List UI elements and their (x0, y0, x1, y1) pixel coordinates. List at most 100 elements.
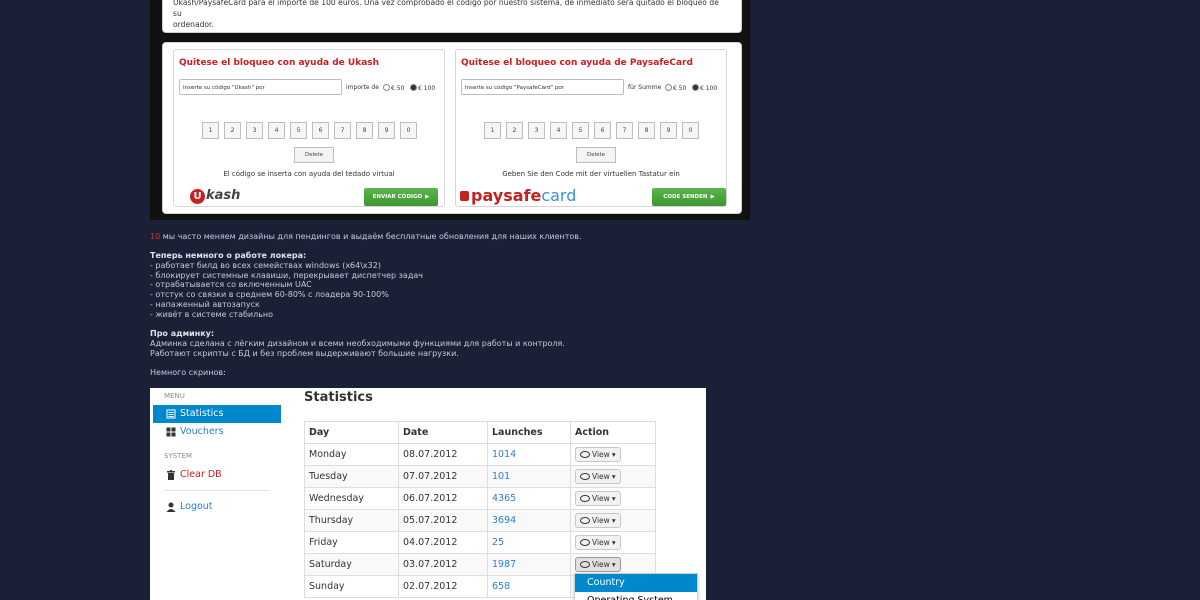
action-cell: View ▾ (570, 509, 656, 532)
forum-paragraph-1: 10 мы часто меняем дизайны для пендингов… (150, 232, 582, 241)
view-label: View (592, 516, 610, 525)
key-4[interactable]: 4 (268, 122, 285, 139)
table-row: Friday 04.07.2012 25 View ▾ (304, 531, 656, 554)
action-cell: View ▾ (570, 465, 656, 488)
launches-link[interactable]: 4365 (487, 487, 571, 510)
key-9[interactable]: 9 (378, 122, 395, 139)
day-cell: Friday (304, 531, 399, 554)
dropdown-item-operating-system[interactable]: Operating System (575, 592, 697, 600)
psc-send-button[interactable]: CODE SENDEN ▶ (652, 188, 726, 206)
day-cell: Sunday (304, 575, 399, 598)
paysafecard-logo: paysafecard (460, 186, 576, 205)
sidebar-item-logout[interactable]: Logout (153, 498, 281, 516)
feature-1: - работает билд во всех семействах windo… (150, 260, 381, 270)
list-icon (166, 409, 176, 419)
launches-link[interactable]: 1014 (487, 443, 571, 466)
key-0[interactable]: 0 (682, 122, 699, 139)
psc-keyboard-note: Geben Sie den Code mit der virtuellen Ta… (502, 170, 680, 178)
view-button[interactable]: View ▾ (575, 491, 621, 506)
day-cell: Tuesday (304, 465, 399, 488)
feature-4: - отстук со связки в среднем 60-80% с ло… (150, 290, 389, 300)
caret-down-icon: ▾ (611, 538, 616, 547)
eye-icon (580, 495, 590, 502)
intro-line-1: Ukash/PaysafeCard para el importe de 100… (173, 0, 719, 18)
intro-line-2: ordenador. (173, 20, 214, 29)
day-cell: Monday (304, 443, 399, 466)
key-1[interactable]: 1 (484, 122, 501, 139)
view-button[interactable]: View ▾ (575, 447, 621, 462)
view-label: View (592, 450, 610, 459)
column-header: Date (398, 421, 488, 444)
eye-icon (580, 451, 590, 458)
eye-icon (580, 473, 590, 480)
psc-code-input[interactable]: Inserte su código "PaysafeCard" por (461, 79, 624, 95)
launches-link[interactable]: 3694 (487, 509, 571, 532)
view-button[interactable]: View ▾ (575, 469, 621, 484)
screens-caption: Немного скринов: (150, 368, 226, 377)
key-1[interactable]: 1 (202, 122, 219, 139)
key-7[interactable]: 7 (616, 122, 633, 139)
key-8[interactable]: 8 (638, 122, 655, 139)
key-7[interactable]: 7 (334, 122, 351, 139)
key-2[interactable]: 2 (506, 122, 523, 139)
sidebar-item-label: Vouchers (180, 426, 224, 437)
date-cell: 02.07.2012 (398, 575, 488, 598)
key-9[interactable]: 9 (660, 122, 677, 139)
key-4[interactable]: 4 (550, 122, 567, 139)
user-icon (166, 502, 176, 512)
eye-icon (580, 539, 590, 546)
ukash-radio-100[interactable]: € 100 (410, 84, 435, 92)
key-5[interactable]: 5 (290, 122, 307, 139)
launches-link[interactable]: 1987 (487, 553, 571, 576)
key-6[interactable]: 6 (594, 122, 611, 139)
view-label: View (592, 560, 610, 569)
sidebar-item-clear-db[interactable]: Clear DB (153, 466, 281, 484)
sidebar-item-statistics[interactable]: Statistics (153, 405, 281, 423)
date-cell: 03.07.2012 (398, 553, 488, 576)
table-row: Tuesday 07.07.2012 101 View ▾ (304, 465, 656, 488)
key-5[interactable]: 5 (572, 122, 589, 139)
menu-heading: MENU (164, 392, 185, 400)
ukash-send-button[interactable]: ENVIAR CÓDIGO ▶ (364, 188, 438, 206)
day-cell: Thursday (304, 509, 399, 532)
date-cell: 05.07.2012 (398, 509, 488, 532)
intro-box: Ukash/PaysafeCard para el importe de 100… (162, 0, 742, 33)
view-button[interactable]: View ▾ (575, 513, 621, 528)
ukash-code-input[interactable]: Inserte su código "Ukash" por (179, 79, 342, 95)
view-label: View (592, 472, 610, 481)
ukash-delete-button[interactable]: Delete (294, 147, 334, 163)
psc-radio-100[interactable]: € 100 (692, 84, 717, 92)
red-marker: 10 (150, 232, 161, 241)
sidebar-item-vouchers[interactable]: Vouchers (153, 423, 281, 441)
caret-down-icon: ▾ (611, 450, 616, 459)
column-header: Action (570, 421, 656, 444)
key-3[interactable]: 3 (528, 122, 545, 139)
day-cell: Saturday (304, 553, 399, 576)
date-cell: 08.07.2012 (398, 443, 488, 466)
admin-description: Про админку: Админка сделана с лёгким ди… (150, 329, 565, 358)
launches-link[interactable]: 25 (487, 531, 571, 554)
action-cell: View ▾ (570, 531, 656, 554)
key-6[interactable]: 6 (312, 122, 329, 139)
paysafecard-panel: Quitese el bloqueo con ayuda de PaysafeC… (455, 49, 727, 207)
admin-line-1: Админка сделана с лёгким дизайном и всем… (150, 338, 565, 348)
date-cell: 04.07.2012 (398, 531, 488, 554)
key-3[interactable]: 3 (246, 122, 263, 139)
psc-delete-button[interactable]: Delete (576, 147, 616, 163)
key-2[interactable]: 2 (224, 122, 241, 139)
psc-radio-50[interactable]: € 50 (665, 84, 686, 92)
psc-keypad: 1 2 3 4 5 6 7 8 9 0 (484, 122, 699, 139)
view-button[interactable]: View ▾ (575, 535, 621, 550)
view-button[interactable]: View ▾ (575, 557, 621, 572)
ukash-radio-50[interactable]: € 50 (383, 84, 404, 92)
psc-title: Quitese el bloqueo con ayuda de PaysafeC… (461, 58, 693, 68)
launches-link[interactable]: 658 (487, 575, 571, 598)
sidebar-divider (164, 490, 270, 491)
column-header: Launches (487, 421, 571, 444)
system-heading: SYSTEM (164, 452, 192, 460)
dropdown-item-country[interactable]: Country (575, 574, 697, 592)
launches-link[interactable]: 101 (487, 465, 571, 488)
key-0[interactable]: 0 (400, 122, 417, 139)
eye-icon (580, 561, 590, 568)
key-8[interactable]: 8 (356, 122, 373, 139)
